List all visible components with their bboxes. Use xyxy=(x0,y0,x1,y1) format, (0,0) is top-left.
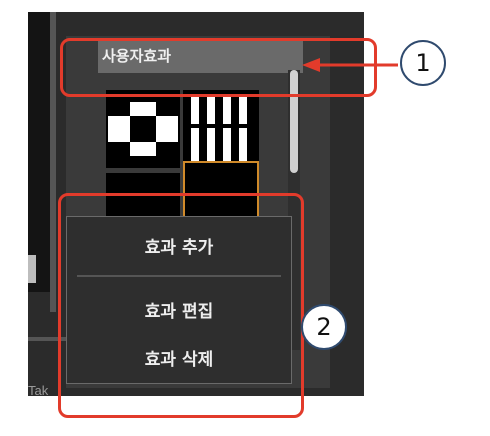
callout-number-1: 1 xyxy=(400,40,446,86)
pane-divider[interactable] xyxy=(50,12,56,312)
stripes-pattern-icon xyxy=(183,90,259,168)
background-text: Tak xyxy=(28,383,49,396)
effect-thumbnail[interactable] xyxy=(183,90,259,168)
callout-box-1 xyxy=(60,38,377,97)
left-pane-marker xyxy=(28,255,36,283)
callout-box-2 xyxy=(58,193,304,418)
effect-thumbnail[interactable] xyxy=(106,90,180,168)
callout-number-2: 2 xyxy=(301,304,347,350)
left-pane xyxy=(28,12,50,292)
checker-pattern-icon xyxy=(106,90,180,168)
